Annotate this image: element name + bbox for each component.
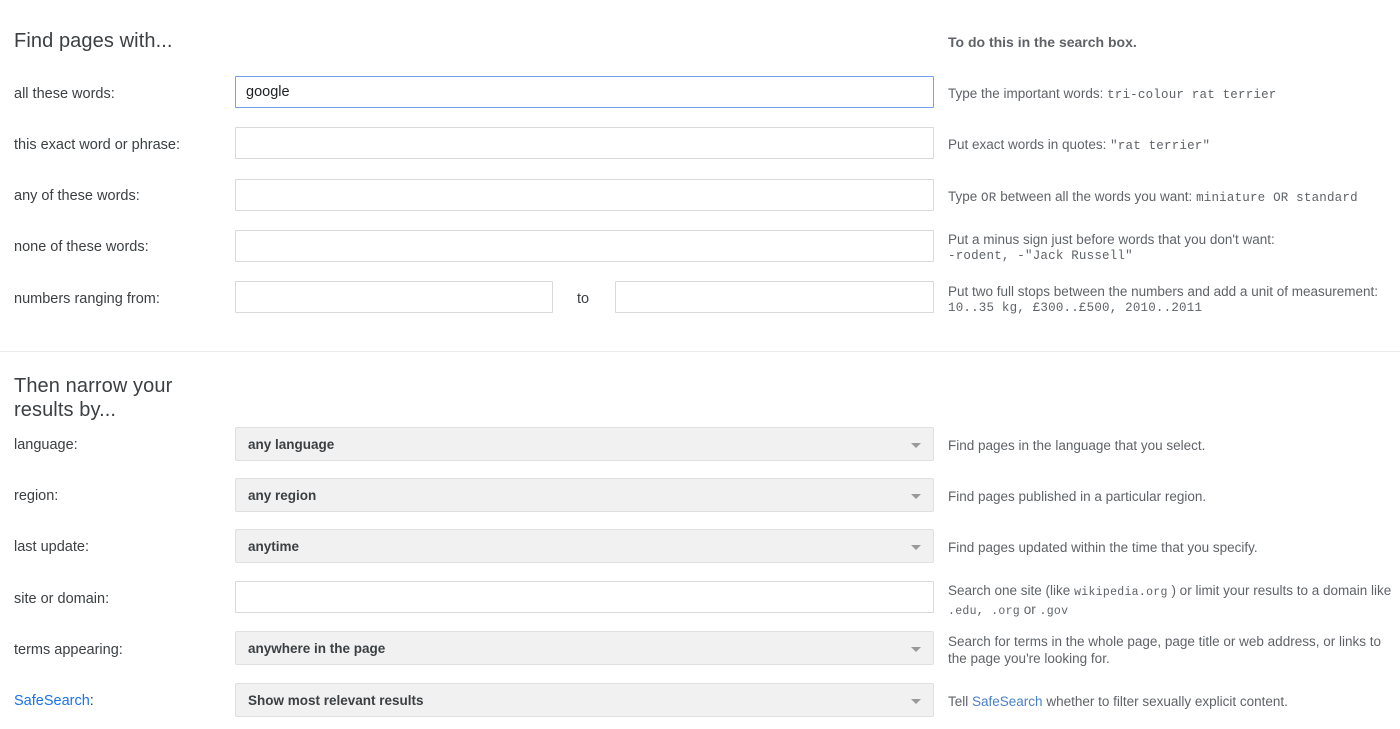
hint-text: Type bbox=[948, 189, 982, 204]
all-these-words-input[interactable] bbox=[235, 76, 934, 108]
hint-code: "rat terrier" bbox=[1110, 139, 1211, 153]
site-or-domain-input[interactable] bbox=[235, 581, 934, 613]
chevron-down-icon bbox=[911, 494, 921, 499]
safesearch-link[interactable]: SafeSearch bbox=[14, 693, 90, 709]
terms-appearing-select[interactable]: anywhere in the page bbox=[235, 631, 934, 665]
label-last-update: last update: bbox=[14, 539, 89, 555]
hint-text-2: between all the words you want: bbox=[996, 189, 1197, 204]
language-select[interactable]: any language bbox=[235, 427, 934, 461]
numbers-range-to-input[interactable] bbox=[615, 281, 934, 313]
hint-code-example: miniature OR standard bbox=[1196, 191, 1358, 205]
label-colon: : bbox=[89, 693, 94, 709]
region-select-value: any region bbox=[248, 488, 317, 503]
page-title-then-narrow: Then narrow your results by... bbox=[14, 375, 173, 421]
hint-code-tlds: .edu, .org bbox=[948, 605, 1021, 618]
label-terms-appearing: terms appearing: bbox=[14, 642, 123, 658]
hint-text: Put two full stops between the numbers a… bbox=[948, 284, 1379, 299]
label-language: language: bbox=[14, 437, 78, 453]
hint-text: Put exact words in quotes: bbox=[948, 137, 1111, 152]
hint-code-wikipedia: wikipedia.org bbox=[1074, 586, 1168, 599]
hint-none-of-these-words: Put a minus sign just before words that … bbox=[948, 231, 1394, 265]
label-exact-word-or-phrase: this exact word or phrase: bbox=[14, 137, 181, 153]
chevron-down-icon bbox=[911, 699, 921, 704]
label-safesearch: SafeSearch: bbox=[14, 692, 94, 710]
region-select[interactable]: any region bbox=[235, 478, 934, 512]
hint-text: Type the important words: bbox=[948, 86, 1108, 101]
safesearch-select[interactable]: Show most relevant results bbox=[235, 683, 934, 717]
any-of-these-words-input[interactable] bbox=[235, 179, 934, 211]
hint-text: Tell bbox=[948, 694, 973, 709]
hint-code: -rodent, -"Jack Russell" bbox=[948, 249, 1133, 263]
hint-text-2: ) or limit your results to a domain like bbox=[1167, 583, 1392, 598]
column-header-search-box: To do this in the search box. bbox=[948, 34, 1137, 50]
safesearch-hint-link[interactable]: SafeSearch bbox=[972, 694, 1043, 709]
last-update-select-value: anytime bbox=[248, 539, 300, 554]
range-separator-to: to bbox=[577, 291, 590, 307]
advanced-search-page: Find pages with... To do this in the sea… bbox=[0, 0, 1400, 729]
label-none-of-these-words: none of these words: bbox=[14, 239, 149, 255]
numbers-range-from-input[interactable] bbox=[235, 281, 553, 313]
label-numbers-ranging-from: numbers ranging from: bbox=[14, 291, 160, 307]
hint-last-update: Find pages updated within the time that … bbox=[948, 540, 1258, 555]
label-all-these-words: all these words: bbox=[14, 86, 115, 102]
hint-any-of-these-words: Type OR between all the words you want: … bbox=[948, 188, 1394, 207]
hint-numbers-ranging-from: Put two full stops between the numbers a… bbox=[948, 283, 1394, 317]
hint-language: Find pages in the language that you sele… bbox=[948, 438, 1206, 453]
label-site-or-domain: site or domain: bbox=[14, 591, 110, 607]
hint-code: 10..35 kg, £300..£500, 2010..2011 bbox=[948, 301, 1203, 315]
hint-all-these-words: Type the important words: tri-colour rat… bbox=[948, 85, 1394, 104]
hint-site-or-domain: Search one site (like wikipedia.org ) or… bbox=[948, 582, 1394, 620]
language-select-value: any language bbox=[248, 437, 335, 452]
exact-word-or-phrase-input[interactable] bbox=[235, 127, 934, 159]
hint-code-or: OR bbox=[981, 191, 997, 205]
hint-text-2: whether to filter sexually explicit cont… bbox=[1042, 694, 1288, 709]
hint-code-gov: .gov bbox=[1039, 605, 1069, 618]
last-update-select[interactable]: anytime bbox=[235, 529, 934, 563]
hint-exact-word-or-phrase: Put exact words in quotes: "rat terrier" bbox=[948, 136, 1394, 155]
label-region: region: bbox=[14, 488, 59, 504]
hint-text: Search one site (like bbox=[948, 583, 1075, 598]
hint-terms-appearing: Search for terms in the whole page, page… bbox=[948, 634, 1381, 666]
hint-text-3: or bbox=[1020, 602, 1040, 617]
hint-region: Find pages published in a particular reg… bbox=[948, 489, 1207, 504]
none-of-these-words-input[interactable] bbox=[235, 230, 934, 262]
hint-code: tri-colour rat terrier bbox=[1107, 88, 1277, 102]
terms-appearing-select-value: anywhere in the page bbox=[248, 641, 386, 656]
hint-text: Put a minus sign just before words that … bbox=[948, 232, 1275, 247]
section-divider bbox=[0, 351, 1400, 352]
chevron-down-icon bbox=[911, 443, 921, 448]
chevron-down-icon bbox=[911, 647, 921, 652]
label-any-of-these-words: any of these words: bbox=[14, 188, 140, 204]
safesearch-select-value: Show most relevant results bbox=[248, 693, 424, 708]
page-title-find-pages-with: Find pages with... bbox=[14, 30, 173, 52]
hint-safesearch: Tell SafeSearch whether to filter sexual… bbox=[948, 693, 1394, 710]
chevron-down-icon bbox=[911, 545, 921, 550]
